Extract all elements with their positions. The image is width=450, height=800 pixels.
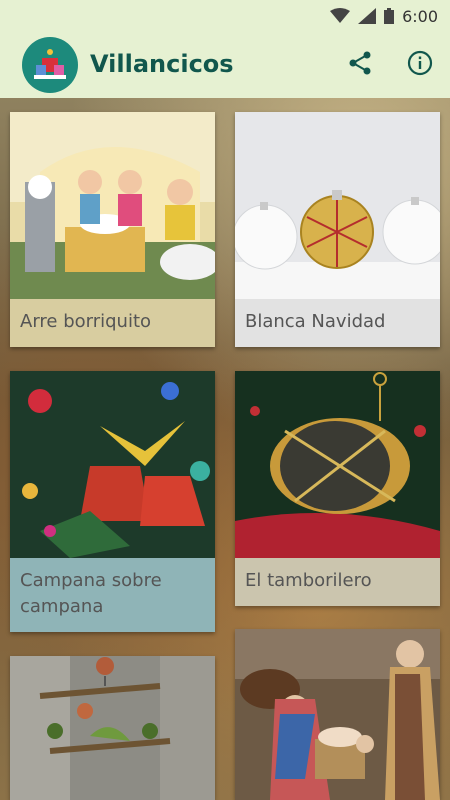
app-title: Villancicos: [90, 50, 234, 78]
song-card[interactable]: [10, 656, 215, 800]
status-bar: 6:00: [0, 0, 450, 32]
song-title: Campana sobre campana: [10, 558, 215, 632]
app-bar: Villancicos: [0, 32, 450, 98]
info-icon: [407, 50, 433, 80]
share-button[interactable]: [346, 51, 374, 79]
info-button[interactable]: [406, 50, 434, 80]
song-image: [10, 112, 215, 299]
battery-icon: [384, 8, 395, 24]
wifi-icon: [330, 8, 351, 24]
signal-icon: [358, 8, 377, 24]
status-time: 6:00: [402, 6, 438, 26]
song-title: El tamborilero: [235, 558, 440, 606]
song-title: Arre borriquito: [10, 299, 215, 347]
song-card[interactable]: El tamborilero: [235, 371, 440, 606]
app-logo: [22, 37, 78, 93]
song-card[interactable]: [235, 629, 440, 800]
song-image: [235, 629, 440, 800]
song-image: [235, 112, 440, 299]
share-icon: [347, 50, 373, 80]
song-image: [235, 371, 440, 558]
song-card[interactable]: Campana sobre campana: [10, 371, 215, 632]
song-card[interactable]: Blanca Navidad: [235, 112, 440, 347]
song-grid: Arre borriquito Blanca Navidad Campana s…: [0, 98, 450, 800]
song-image: [10, 371, 215, 558]
song-card[interactable]: Arre borriquito: [10, 112, 215, 347]
song-title: Blanca Navidad: [235, 299, 440, 347]
song-image: [10, 656, 215, 800]
